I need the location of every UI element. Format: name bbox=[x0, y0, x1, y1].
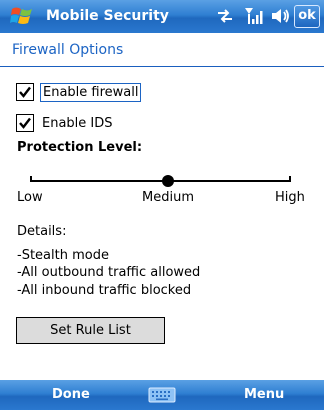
details-label: Details: bbox=[17, 224, 67, 239]
app-title: Mobile Security bbox=[46, 8, 169, 24]
protection-slider-thumb[interactable] bbox=[162, 175, 174, 187]
level-low-label: Low bbox=[17, 190, 43, 205]
enable-ids-checkbox[interactable] bbox=[16, 114, 34, 132]
page-header: Firewall Options bbox=[0, 33, 324, 67]
keyboard-icon[interactable] bbox=[148, 386, 176, 404]
enable-ids-row[interactable]: Enable IDS bbox=[16, 111, 115, 135]
title-bar: Mobile Security ok bbox=[0, 0, 324, 33]
connection-arrows-icon[interactable] bbox=[216, 8, 234, 24]
detail-line: -Stealth mode bbox=[17, 248, 109, 263]
level-high-label: High bbox=[275, 190, 305, 205]
signal-strength-icon[interactable] bbox=[244, 6, 264, 26]
checkmark-icon bbox=[19, 117, 31, 129]
ok-button[interactable]: ok bbox=[294, 5, 320, 28]
level-medium-label: Medium bbox=[142, 190, 194, 205]
slider-tick-low bbox=[30, 176, 32, 182]
volume-icon[interactable] bbox=[270, 7, 290, 25]
menu-softkey[interactable]: Menu bbox=[244, 387, 284, 402]
windows-start-icon[interactable] bbox=[10, 5, 34, 27]
enable-firewall-label[interactable]: Enable firewall bbox=[40, 82, 142, 102]
set-rule-list-button[interactable]: Set Rule List bbox=[16, 317, 165, 344]
detail-line: -All inbound traffic blocked bbox=[17, 283, 192, 298]
enable-firewall-row[interactable]: Enable firewall bbox=[16, 80, 142, 104]
page-title: Firewall Options bbox=[12, 42, 124, 58]
protection-slider-track[interactable] bbox=[30, 180, 290, 182]
softkey-bar: Done Menu bbox=[0, 380, 324, 410]
enable-ids-label[interactable]: Enable IDS bbox=[40, 115, 115, 132]
enable-firewall-checkbox[interactable] bbox=[16, 83, 34, 101]
detail-line: -All outbound traffic allowed bbox=[17, 265, 201, 280]
checkmark-icon bbox=[19, 86, 31, 98]
done-softkey[interactable]: Done bbox=[52, 387, 90, 402]
slider-tick-high bbox=[289, 176, 291, 182]
protection-level-label: Protection Level: bbox=[17, 140, 143, 155]
